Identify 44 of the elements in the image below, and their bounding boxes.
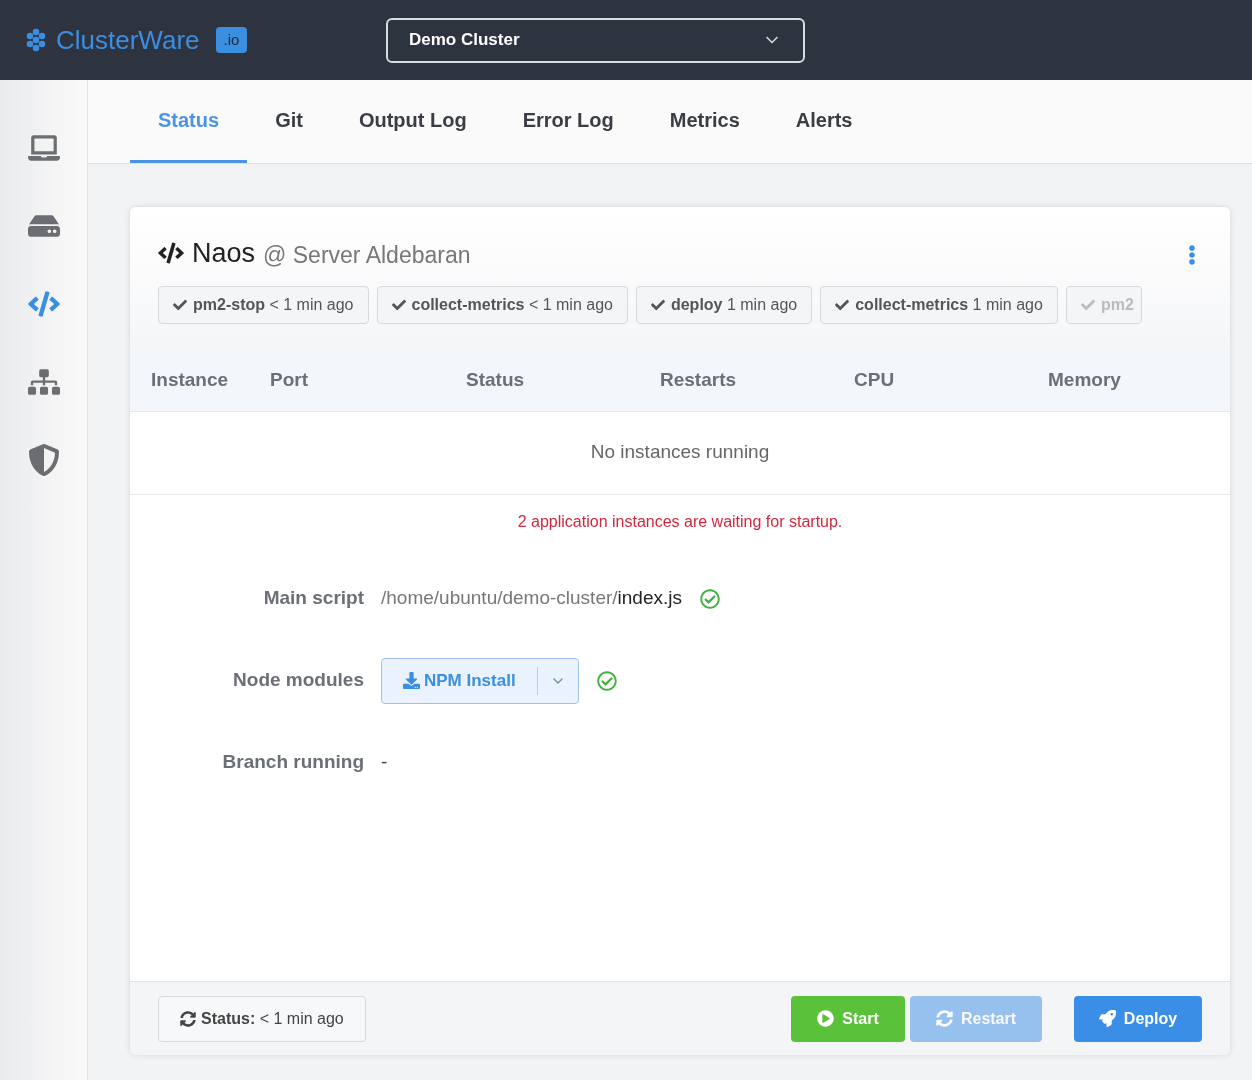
column-header: Status <box>466 367 526 392</box>
column-header: Port <box>270 367 309 392</box>
tab[interactable]: Metrics <box>641 79 768 163</box>
task-tag: pm2-stop < 1 min ago <box>158 285 369 324</box>
play-icon <box>817 1010 835 1027</box>
task-tag: collect-metrics 1 min ago <box>820 285 1058 324</box>
logo-icon <box>24 28 48 52</box>
column-header: Instance <box>150 367 230 392</box>
refresh-icon <box>180 1010 196 1027</box>
logo-badge: .io <box>215 26 248 54</box>
tab[interactable]: Output Log <box>330 79 495 163</box>
column-header: CPU <box>854 367 896 392</box>
laptop-icon <box>27 132 60 164</box>
shield-icon <box>27 444 60 476</box>
logo-text: ClusterWare <box>56 23 200 57</box>
check-icon <box>650 297 665 312</box>
download-icon <box>403 672 420 689</box>
code-icon <box>27 288 60 320</box>
warning-message: 2 application instances are waiting for startup. <box>516 511 844 532</box>
check-icon <box>391 297 406 312</box>
column-header: Restarts <box>660 367 738 392</box>
app-name: Naos <box>192 237 256 270</box>
task-tag: deploy 1 min ago <box>635 285 813 324</box>
check-icon <box>1080 297 1095 312</box>
refresh-icon <box>935 1010 953 1027</box>
field-label: Branch running <box>221 750 364 775</box>
branch-value: - <box>381 750 389 775</box>
tab[interactable]: Git <box>247 79 331 163</box>
tab[interactable]: Error Log <box>494 79 642 163</box>
task-tag: collect-metrics < 1 min ago <box>376 285 628 324</box>
sitemap-icon <box>27 366 60 398</box>
column-header: Memory <box>1048 367 1121 392</box>
field-label: Node modules <box>232 668 364 693</box>
empty-message: No instances running <box>130 411 1230 495</box>
tab[interactable]: Alerts <box>767 79 881 163</box>
script-path: /home/ubuntu/demo-cluster/index.js <box>381 586 682 611</box>
check-icon <box>835 297 850 312</box>
check-icon <box>173 297 187 312</box>
field-label: Main script <box>262 586 364 611</box>
cluster-select[interactable]: Demo Cluster <box>386 17 805 63</box>
status-refresh[interactable]: Status: < 1 min ago <box>158 995 366 1042</box>
rocket-icon <box>1098 1010 1116 1027</box>
task-tag: pm2 <box>1065 285 1142 324</box>
server-name: @ Server Aldebaran <box>263 240 471 270</box>
